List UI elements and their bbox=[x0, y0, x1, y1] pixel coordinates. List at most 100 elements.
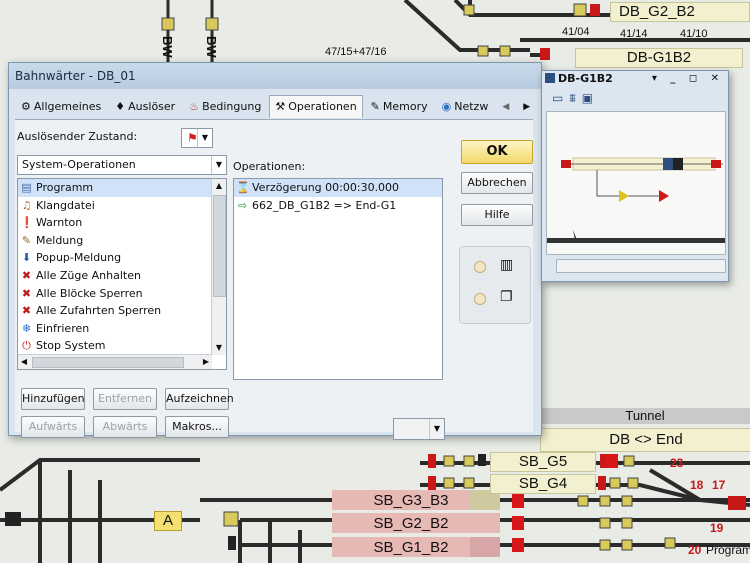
tab-label: Memory bbox=[382, 100, 428, 113]
scroll-thumb[interactable] bbox=[32, 357, 184, 368]
mini-track-drawing bbox=[547, 157, 725, 243]
add-button[interactable]: Hinzufügen bbox=[21, 388, 85, 410]
available-operations-list[interactable]: ▤ Programm ♫ Klangdatei ❗ Warnton ✎ Meldung ⬇ Pop… bbox=[17, 178, 227, 370]
hand-icon: ♦ bbox=[115, 100, 126, 113]
horizontal-scrollbar[interactable]: ◀ ▶ bbox=[18, 354, 212, 369]
tab-operationen[interactable]: ⚒ Operationen bbox=[269, 95, 363, 118]
signal-number: 19 bbox=[710, 521, 724, 535]
operation-list-item[interactable]: ✎ Meldung bbox=[18, 232, 226, 250]
block-sb-g3-b3[interactable]: SB_G3_B3 bbox=[340, 492, 482, 510]
trigger-state-select[interactable]: ⚑ ▼ bbox=[181, 128, 213, 148]
marker-a[interactable]: A bbox=[154, 511, 182, 531]
vertical-label: BW bbox=[204, 36, 219, 58]
program-icon: ▤ bbox=[21, 181, 32, 194]
tab-bedingung[interactable]: ♨ Bedingung bbox=[183, 95, 267, 119]
tab-scroll-left-icon[interactable]: ◀ bbox=[496, 95, 515, 119]
tab-allgemeines[interactable]: ⚙ Allgemeines bbox=[15, 95, 107, 119]
tab-label: Netzw bbox=[454, 100, 489, 113]
network-icon: ◉ bbox=[441, 100, 452, 113]
ok-button[interactable]: OK bbox=[461, 140, 533, 164]
radio-tile-view[interactable] bbox=[474, 293, 486, 305]
tab-netzwerk[interactable]: ◉ Netzw bbox=[436, 95, 495, 119]
scroll-thumb[interactable] bbox=[213, 195, 226, 297]
window-title-text: DB-G1B2 bbox=[558, 72, 613, 85]
scroll-right-icon[interactable]: ▶ bbox=[200, 355, 212, 369]
gear-icon: ⚙ bbox=[21, 100, 31, 113]
route-icon: ⇨ bbox=[237, 198, 248, 212]
configured-operations-list[interactable]: ⌛ Verzögerung 00:00:30.000 ⇨ 662_DB_G1B2 =>… bbox=[233, 178, 443, 380]
category-select[interactable]: System-Operationen ▼ bbox=[17, 155, 227, 175]
tab-label: Auslöser bbox=[128, 100, 176, 113]
radio-list-view[interactable] bbox=[474, 261, 486, 273]
block-preview-window: DB-G1B2 ▾ _ ◻ ✕ ▭ ⩩ ▣ bbox=[541, 70, 729, 282]
vertical-label: BW bbox=[160, 36, 175, 58]
block-sb-g4[interactable]: SB_G4 bbox=[490, 474, 596, 494]
block-sb-g2-b2[interactable]: SB_G2_B2 bbox=[340, 515, 482, 533]
move-up-button[interactable]: Aufwärts bbox=[21, 416, 85, 438]
bahnwaerter-dialog: Bahnwärter - DB_01 ⚙ Allgemeines ♦ Auslöse… bbox=[8, 62, 542, 440]
operation-list-item[interactable]: ❄ Einfrieren bbox=[18, 320, 226, 338]
view-mode-panel: ▥ ❐ bbox=[459, 246, 531, 324]
sound-icon: ♫ bbox=[21, 198, 32, 212]
scroll-up-icon[interactable]: ▲ bbox=[212, 179, 226, 193]
list-item-label: Einfrieren bbox=[36, 321, 90, 335]
block-sb-g1-b2[interactable]: SB_G1_B2 bbox=[340, 539, 482, 557]
category-select-value: System-Operationen bbox=[22, 158, 136, 171]
list-item-label: Programm bbox=[36, 181, 94, 194]
window-controls[interactable]: ▾ _ ◻ ✕ bbox=[652, 71, 724, 87]
tab-scroll-right-icon[interactable]: ▶ bbox=[517, 95, 536, 119]
signal-icon[interactable]: ▣ bbox=[582, 91, 593, 105]
chevron-down-icon: ▼ bbox=[429, 419, 444, 439]
condition-icon: ♨ bbox=[189, 100, 200, 113]
list-item-label: Verzögerung 00:00:30.000 bbox=[252, 181, 400, 194]
help-button[interactable]: Hilfe bbox=[461, 204, 533, 226]
remove-button[interactable]: Entfernen bbox=[93, 388, 157, 410]
window-title: DB-G1B2 ▾ _ ◻ ✕ bbox=[542, 71, 728, 87]
scroll-left-icon[interactable]: ◀ bbox=[18, 355, 30, 369]
tab-ausloeser[interactable]: ♦ Auslöser bbox=[109, 95, 181, 119]
list-item-label: Warnton bbox=[36, 216, 83, 230]
macros-button[interactable]: Makros... bbox=[165, 416, 229, 438]
tab-label: Bedingung bbox=[202, 100, 262, 113]
list-item-label: Klangdatei bbox=[36, 198, 95, 212]
configured-operation-item[interactable]: ⌛ Verzögerung 00:00:30.000 bbox=[234, 179, 442, 197]
memory-icon: ✎ bbox=[370, 100, 380, 113]
cancel-button[interactable]: Abbrechen bbox=[461, 172, 533, 194]
block-db-g1b2[interactable]: DB-G1B2 bbox=[575, 48, 743, 68]
lock-blocks-icon: ✖ bbox=[21, 286, 32, 300]
record-button[interactable]: Aufzeichnen bbox=[165, 388, 234, 410]
tab-memory[interactable]: ✎ Memory bbox=[365, 95, 434, 119]
lock-routes-icon: ✖ bbox=[21, 304, 32, 318]
operation-list-item[interactable]: ♫ Klangdatei bbox=[18, 197, 226, 215]
tunnel-label: Tunnel bbox=[540, 408, 750, 424]
operation-list-item[interactable]: ✖ Alle Zufahrten Sperren bbox=[18, 302, 226, 320]
vertical-scrollbar[interactable]: ▲ ▼ bbox=[211, 179, 226, 355]
list-item-label: Alle Züge Anhalten bbox=[36, 268, 141, 282]
track-number: 41/04 bbox=[562, 26, 590, 38]
configured-operation-item[interactable]: ⇨ 662_DB_G1B2 => End-G1 bbox=[234, 197, 442, 215]
move-down-button[interactable]: Abwärts bbox=[93, 416, 157, 438]
freeze-icon: ❄ bbox=[21, 321, 32, 335]
window-icon[interactable]: ▭ bbox=[552, 91, 563, 105]
list-item-label: Alle Zufahrten Sperren bbox=[36, 304, 162, 318]
tab-label: Allgemeines bbox=[33, 100, 102, 113]
track-icon[interactable]: ⩩ bbox=[569, 91, 575, 106]
block-db-g2-b2[interactable]: DB_G2_B2 bbox=[610, 2, 750, 22]
scroll-down-icon[interactable]: ▼ bbox=[212, 341, 226, 355]
operation-list-item[interactable]: ⏻ Stop System bbox=[18, 337, 226, 355]
stop-system-icon: ⏻ bbox=[22, 339, 31, 353]
extra-select[interactable]: ▼ bbox=[393, 418, 445, 440]
track-number: 41/14 bbox=[620, 28, 648, 40]
operation-list-item[interactable]: ✖ Alle Züge Anhalten bbox=[18, 267, 226, 285]
operation-list-item[interactable]: ⬇ Popup-Meldung bbox=[18, 249, 226, 267]
block-sb-g5[interactable]: SB_G5 bbox=[490, 452, 596, 472]
dialog-title: Bahnwärter - DB_01 bbox=[9, 63, 541, 89]
mini-canvas[interactable] bbox=[546, 111, 726, 255]
operation-list-item[interactable]: ▤ Programm bbox=[18, 179, 226, 197]
operation-list-item[interactable]: ✖ Alle Blöcke Sperren bbox=[18, 285, 226, 303]
signal-number: 23 bbox=[670, 456, 684, 470]
list-item-label: Popup-Meldung bbox=[36, 251, 122, 265]
block-db-end[interactable]: DB <> End bbox=[540, 428, 750, 452]
operation-list-item[interactable]: ❗ Warnton bbox=[18, 214, 226, 232]
mini-horizontal-scrollbar[interactable] bbox=[556, 259, 726, 273]
